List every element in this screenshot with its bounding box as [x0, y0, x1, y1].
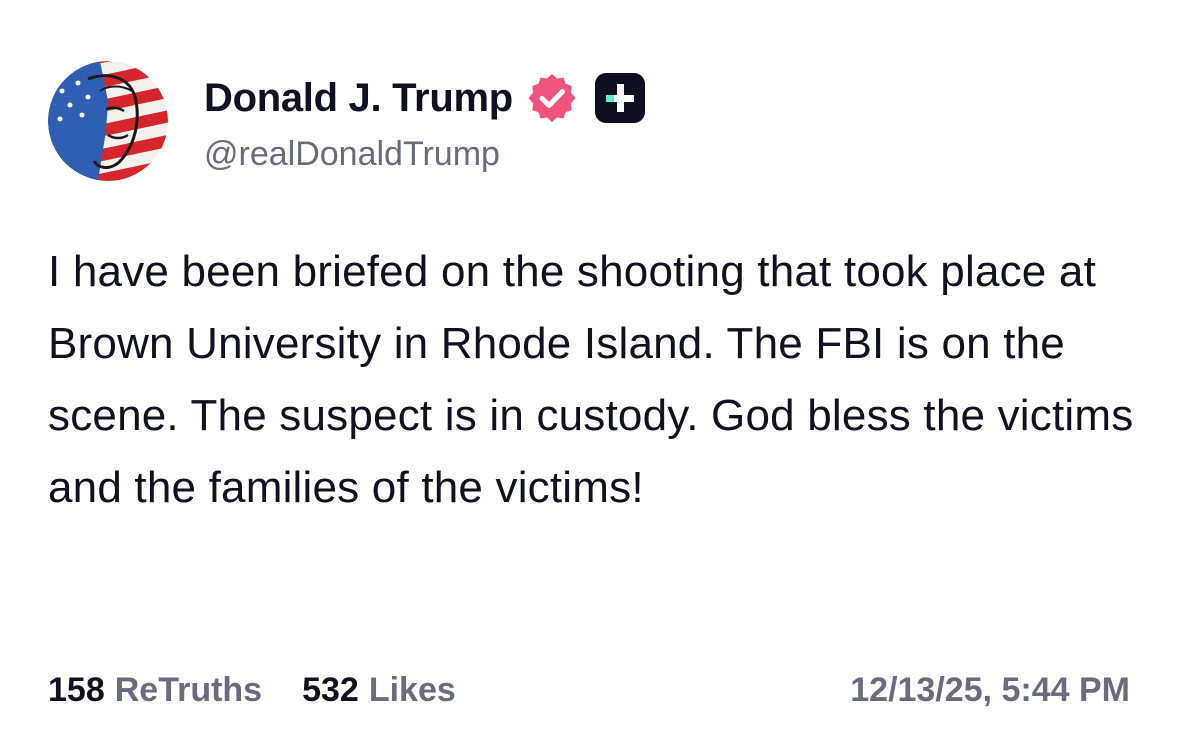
avatar-image — [48, 61, 168, 181]
likes-label: Likes — [368, 670, 456, 709]
retruths-stat[interactable]: 158 ReTruths — [48, 671, 262, 710]
author-name-row: Donald J. Trump — [204, 70, 647, 126]
post-card: Donald J. Trump @realDonaldTrump I have … — [0, 0, 1178, 744]
verified-badge-icon — [525, 71, 579, 125]
retruths-count: 158 — [48, 670, 105, 709]
likes-count: 532 — [302, 670, 359, 709]
post-stats: 158 ReTruths 532 Likes — [48, 666, 496, 714]
avatar[interactable] — [48, 61, 168, 181]
post-body-text: I have been briefed on the shooting that… — [48, 247, 1134, 512]
author-handle[interactable]: @realDonaldTrump — [204, 135, 500, 174]
likes-stat[interactable]: 532 Likes — [302, 671, 456, 710]
truth-plus-badge-icon — [593, 71, 647, 125]
author-display-name[interactable]: Donald J. Trump — [204, 76, 513, 121]
retruths-label: ReTruths — [114, 670, 263, 709]
post-timestamp[interactable]: 12/13/25, 5:44 PM — [850, 666, 1130, 714]
